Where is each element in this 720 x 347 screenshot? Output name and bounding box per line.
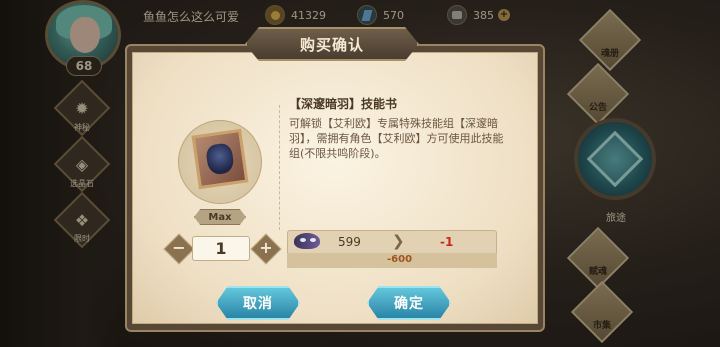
cancel-button[interactable]: 取消 [216,286,300,320]
currency-after-purchase: -1 [440,235,454,249]
mask-eye-right [310,238,316,242]
currency-cost: -600 [387,254,413,265]
mask-currency-icon [294,233,320,249]
plus-icon: + [259,238,273,257]
dialog-title-plate: 购买确认 [245,27,419,61]
item-name: 【深邃暗羽】技能书 [289,97,398,111]
arrow-right-icon: ❯ [392,232,405,250]
skill-book-portrait [205,142,235,176]
skill-book-icon [191,128,249,190]
minus-icon: − [172,238,186,257]
quantity-field[interactable]: 1 [192,236,250,261]
mask-eye-left [300,238,306,242]
dialog-divider [279,105,280,230]
confirm-button[interactable]: 确定 [367,286,451,320]
currency-owned: 599 [338,235,361,249]
max-button[interactable]: Max [194,209,246,225]
dialog-title: 购买确认 [299,35,364,54]
item-description: 可解锁【艾利欧】专属特殊技能组【深邃暗羽】，需拥有角色【艾利欧】方可使用此技能组… [289,117,504,160]
